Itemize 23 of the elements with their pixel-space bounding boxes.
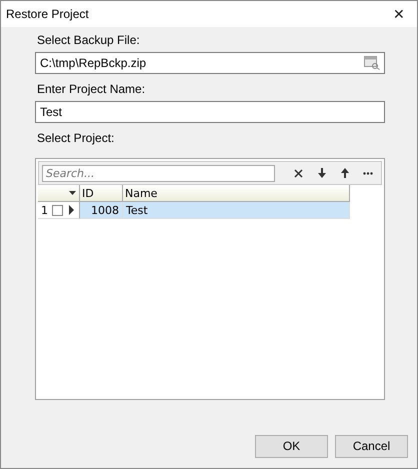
field-label: Select Backup File: — [37, 33, 141, 47]
dialog-button[interactable]: OK — [255, 434, 328, 458]
field-label: Enter Project Name: — [37, 82, 146, 96]
text-input[interactable]: C:\tmp\RepBckp.zip — [40, 53, 364, 73]
backup-file-field[interactable]: C:\tmp\RepBckp.zip — [35, 52, 385, 74]
row-number: 1 — [41, 204, 48, 216]
column-header[interactable]: ID — [80, 185, 123, 202]
field-label: Select Project: — [37, 131, 116, 145]
row-checkbox[interactable] — [52, 204, 63, 216]
dialog-button[interactable]: Cancel — [335, 434, 408, 458]
browse-icon[interactable] — [364, 56, 380, 70]
close-icon[interactable] — [294, 168, 304, 178]
table-cell: 1008 — [80, 202, 123, 219]
row-pointer-icon — [67, 205, 75, 215]
column-header[interactable]: Name — [123, 185, 350, 202]
dropdown-arrow-icon[interactable] — [69, 191, 76, 195]
up-arrow-icon[interactable] — [341, 168, 350, 178]
close-button[interactable]: ✕ — [389, 6, 409, 22]
more-icon[interactable] — [363, 172, 374, 174]
window-title: Restore Project — [6, 7, 89, 21]
table-cell: Test — [123, 202, 350, 219]
down-arrow-icon[interactable] — [318, 168, 326, 178]
search-field[interactable]: Search... — [42, 164, 276, 182]
